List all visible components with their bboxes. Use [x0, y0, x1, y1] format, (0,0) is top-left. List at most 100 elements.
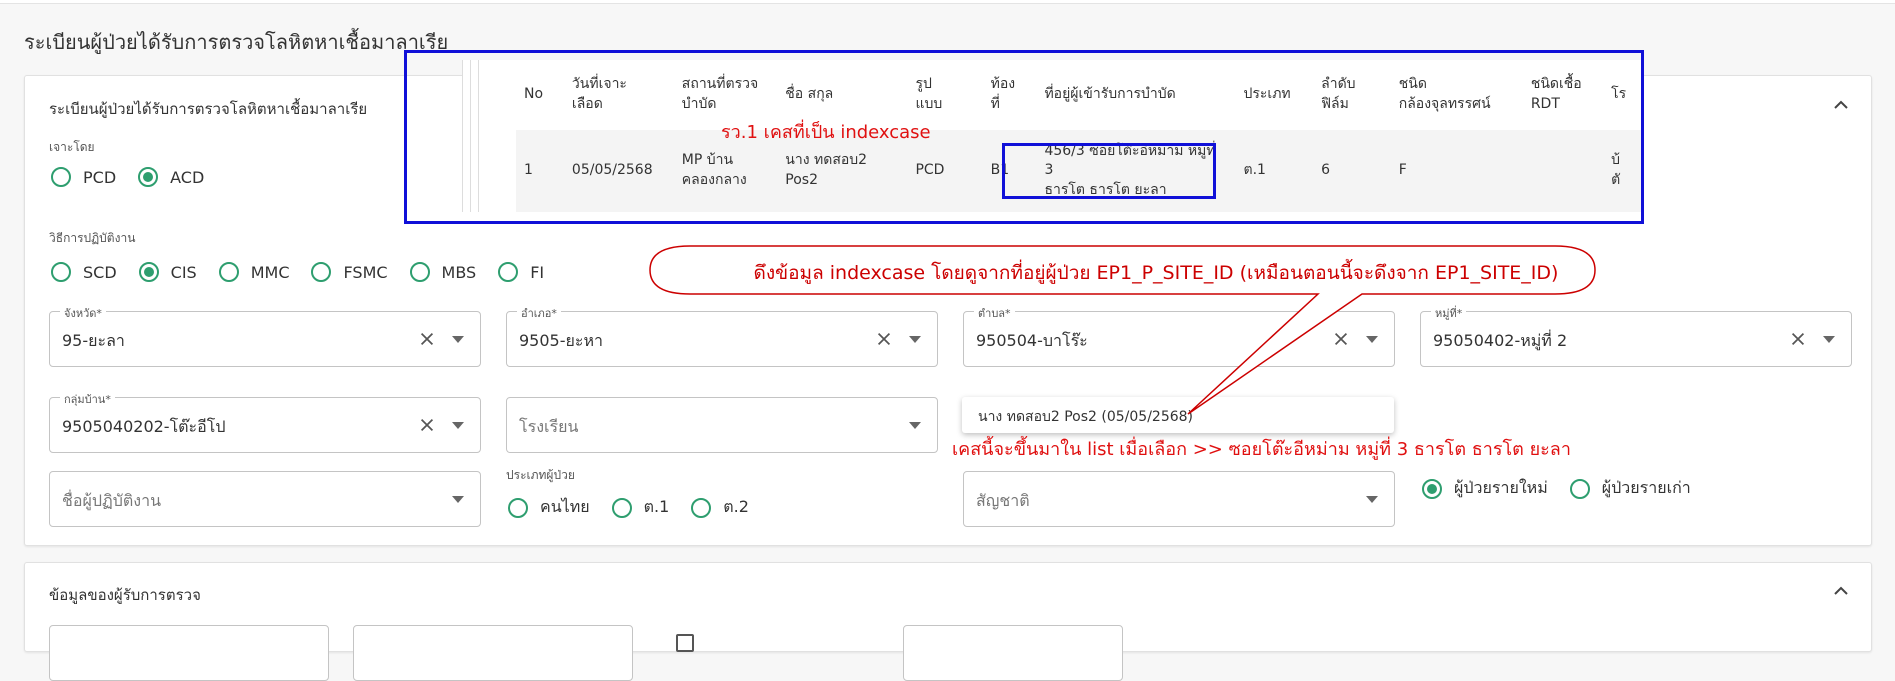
- radio-fsmc[interactable]: FSMC: [311, 262, 388, 282]
- table-row[interactable]: 1 05/05/2568 MP บ้าน คลองกลาง นาง ทดสอบ2 P…: [516, 130, 1642, 212]
- patient-type-label: ประเภทผู้ป่วย: [506, 468, 575, 482]
- col-header: ท้อง ที่: [990, 76, 1016, 112]
- subdistrict-select[interactable]: ตำบล* 950504-บาโร๊ะ: [963, 304, 1395, 367]
- radio-circle[interactable]: [138, 167, 159, 187]
- nationality-select[interactable]: สัญชาติ: [963, 471, 1395, 527]
- radio-circle[interactable]: [311, 262, 332, 282]
- table-cell: 6: [1313, 130, 1391, 212]
- table-cell: 05/05/2568: [563, 130, 674, 212]
- radio-old-patient[interactable]: ผู้ป่วยรายเก่า: [1569, 476, 1691, 501]
- radio-t1[interactable]: ต.1: [611, 495, 669, 520]
- table-cell: F: [1390, 130, 1523, 212]
- radio-circle[interactable]: [1569, 478, 1590, 499]
- caret-down-icon[interactable]: [909, 422, 921, 429]
- radio-mmc[interactable]: MMC: [218, 262, 289, 282]
- chevron-up-icon[interactable]: [1829, 93, 1853, 117]
- caret-down-icon[interactable]: [1366, 336, 1378, 343]
- radio-circle[interactable]: [51, 167, 71, 187]
- radio-pcd[interactable]: PCD: [51, 167, 116, 187]
- col-header: ลำดับ ฟิล์ม: [1321, 76, 1356, 112]
- school-select[interactable]: โรงเรียน: [506, 397, 938, 453]
- nationality-placeholder: สัญชาติ: [976, 491, 1030, 510]
- district-label: อำเภอ*: [517, 304, 561, 322]
- caret-down-icon[interactable]: [452, 336, 464, 343]
- caret-down-icon[interactable]: [1823, 336, 1835, 343]
- top-bar: [0, 0, 1895, 4]
- patient-field-2[interactable]: [353, 625, 633, 681]
- table-cell: 1: [516, 130, 564, 212]
- table-cell: B1: [982, 130, 1037, 212]
- village-group-label: กลุ่มบ้าน*: [60, 390, 115, 408]
- method-label: วิธีการปฏิบัติงาน: [49, 231, 136, 245]
- checkbox[interactable]: [676, 634, 694, 652]
- divider: [462, 60, 463, 212]
- school-placeholder: โรงเรียน: [519, 417, 579, 436]
- radio-circle[interactable]: [611, 497, 632, 518]
- radio-circle[interactable]: [51, 262, 71, 282]
- table-cell: 456/3 ซอยโต๊ะอีหม่าม หมู่ที่ 3 ธารโต ธารโ…: [1036, 130, 1236, 212]
- close-icon[interactable]: [871, 326, 897, 352]
- radio-t2[interactable]: ต.2: [691, 495, 749, 520]
- section-title: ระเบียนผู้ป่วยได้รับการตรวจโลหิตหาเชื้อม…: [49, 100, 368, 118]
- village-label: หมู่ที่*: [1431, 304, 1467, 322]
- worker-select[interactable]: ชื่อผู้ปฏิบัติงาน: [49, 471, 481, 527]
- divider: [470, 60, 471, 212]
- indexcase-table: No วันที่เจาะ เลือด สถานที่ตรวจ บำบัด ชื่อ…: [462, 60, 1642, 212]
- patient-type-radio-group: คนไทย ต.1 ต.2: [508, 495, 771, 520]
- caret-down-icon[interactable]: [1366, 496, 1378, 503]
- radio-circle[interactable]: [1422, 478, 1442, 499]
- col-header: ชนิดเชื้อ RDT: [1530, 76, 1582, 112]
- radio-circle[interactable]: [498, 262, 519, 282]
- radio-circle[interactable]: [138, 262, 159, 282]
- caret-down-icon[interactable]: [452, 422, 464, 429]
- close-icon[interactable]: [414, 412, 440, 438]
- caret-down-icon[interactable]: [452, 496, 464, 503]
- village-group-select[interactable]: กลุ่มบ้าน* 9505040202-โต๊ะอีโป: [49, 390, 481, 453]
- radio-circle[interactable]: [508, 497, 528, 518]
- worker-placeholder: ชื่อผู้ปฏิบัติงาน: [62, 491, 162, 510]
- province-label: จังหวัด*: [60, 304, 106, 322]
- radio-acd[interactable]: ACD: [138, 167, 204, 187]
- annotation-table-note: รว.1 เคสที่เป็น indexcase: [721, 122, 931, 143]
- caret-down-icon[interactable]: [909, 336, 921, 343]
- patient-info-card: ข้อมูลของผู้รับการตรวจ: [24, 562, 1872, 681]
- radio-circle[interactable]: [409, 262, 430, 282]
- col-header: วันที่เจาะ เลือด: [571, 76, 627, 112]
- col-header: ชนิด กล้องจุลทรรศน์: [1398, 76, 1491, 112]
- method-radio-group: SCD CIS MMC FSMC MBS FI: [51, 262, 566, 282]
- province-select[interactable]: จังหวัด* 95-ยะลา: [49, 304, 481, 367]
- radio-new-patient[interactable]: ผู้ป่วยรายใหม่: [1422, 476, 1548, 501]
- dropdown-item[interactable]: นาง ทดสอบ2 Pos2 (05/05/2568): [978, 406, 1193, 428]
- close-icon[interactable]: [1785, 326, 1811, 352]
- radio-circle[interactable]: [691, 497, 712, 518]
- draw-by-label: เจาะโดย: [49, 140, 95, 154]
- indexcase-dropdown-list[interactable]: นาง ทดสอบ2 Pos2 (05/05/2568): [962, 397, 1394, 433]
- col-header: No: [524, 86, 544, 103]
- col-header: โร: [1611, 86, 1627, 103]
- table-header-row: No วันที่เจาะ เลือด สถานที่ตรวจ บำบัด ชื่อ…: [516, 60, 1642, 130]
- page-title: ระเบียนผู้ป่วยได้รับการตรวจโลหิตหาเชื้อม…: [24, 30, 449, 54]
- district-select[interactable]: อำเภอ* 9505-ยะหา: [506, 304, 938, 367]
- annotation-list-note: เคสนี้จะขึ้นมาใน list เมื่อเลือก >> ซอยโ…: [952, 439, 1571, 460]
- radio-thai[interactable]: คนไทย: [508, 495, 590, 520]
- patient-field-1[interactable]: [49, 625, 329, 681]
- patient-field-3[interactable]: [903, 625, 1123, 681]
- close-icon[interactable]: [414, 326, 440, 352]
- callout-text: ดึงข้อมูล indexcase โดยดูจากที่อยู่ผู้ป่…: [753, 262, 1559, 284]
- village-select[interactable]: หมู่ที่* 95050402-หมู่ที่ 2: [1420, 304, 1852, 367]
- radio-fi[interactable]: FI: [498, 262, 544, 282]
- table-cell: บ้ ตั: [1603, 130, 1642, 212]
- village-value: 95050402-หมู่ที่ 2: [1433, 331, 1568, 350]
- radio-mbs[interactable]: MBS: [409, 262, 476, 282]
- col-header: ที่อยู่ผู้เข้ารับการบำบัด: [1044, 86, 1176, 103]
- chevron-up-icon[interactable]: [1829, 579, 1853, 603]
- subdistrict-label: ตำบล*: [974, 304, 1015, 322]
- patient-status-radio-group: ผู้ป่วยรายใหม่ ผู้ป่วยรายเก่า: [1422, 476, 1713, 501]
- close-icon[interactable]: [1328, 326, 1354, 352]
- col-header: ประเภท: [1243, 86, 1291, 103]
- radio-cis[interactable]: CIS: [138, 262, 197, 282]
- indexcase-grid: No วันที่เจาะ เลือด สถานที่ตรวจ บำบัด ชื่อ…: [516, 60, 1642, 212]
- radio-scd[interactable]: SCD: [51, 262, 117, 282]
- radio-circle[interactable]: [218, 262, 239, 282]
- village-group-value: 9505040202-โต๊ะอีโป: [62, 417, 226, 436]
